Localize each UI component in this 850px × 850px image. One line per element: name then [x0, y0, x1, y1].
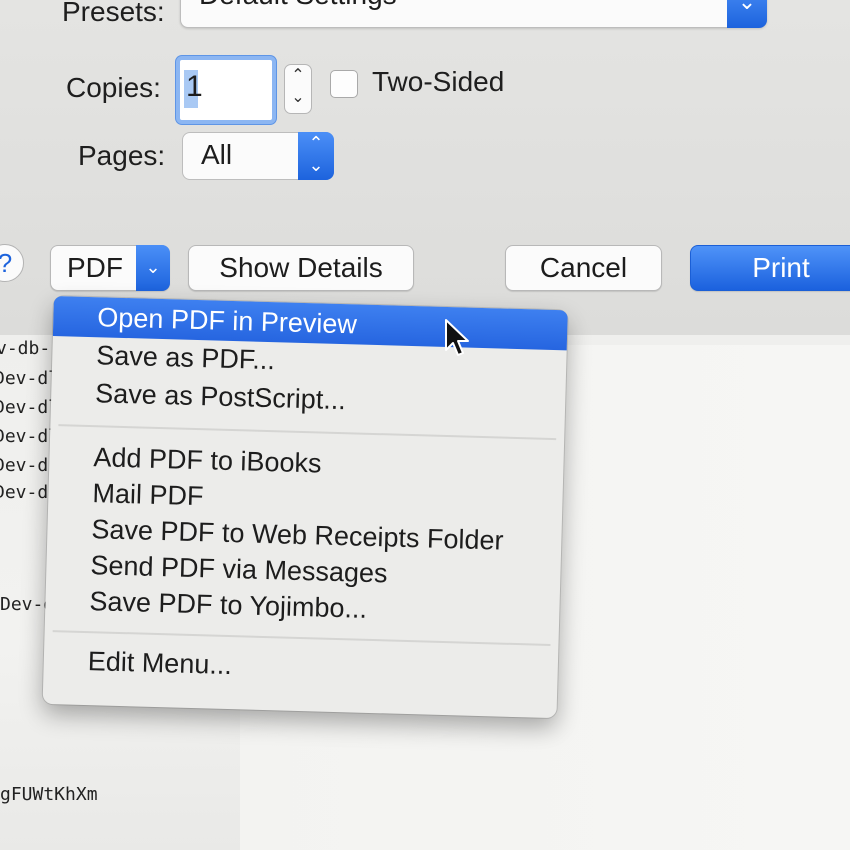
menu-item-label: Save as PostScript...: [94, 378, 347, 416]
presets-label: Presets:: [62, 0, 165, 27]
presets-popup[interactable]: Default Settings ⌄: [180, 0, 767, 28]
copies-field[interactable]: 1: [176, 56, 276, 124]
copies-label: Copies:: [66, 72, 161, 103]
copies-value: 1: [186, 70, 203, 103]
show-details-button[interactable]: Show Details: [188, 245, 414, 291]
up-down-stepper-icon: ⌃ ⌄: [298, 132, 334, 180]
pdf-dropdown-menu: Open PDF in Preview Save as PDF... Save …: [42, 296, 568, 719]
help-label: ?: [0, 248, 12, 278]
pages-popup[interactable]: All ⌃ ⌄: [182, 132, 334, 180]
doc-text-line: gFUWtKhXm: [0, 784, 98, 805]
pdf-menu-button[interactable]: PDF ⌄: [50, 245, 170, 291]
chevron-down-icon: ⌄: [727, 0, 767, 28]
copies-stepper[interactable]: ⌃ ⌄: [284, 64, 312, 114]
pdf-button-label: PDF: [67, 252, 123, 283]
presets-value: Default Settings: [199, 0, 397, 11]
arrow-cursor-icon: [445, 319, 469, 356]
chevron-up-icon[interactable]: ⌃: [285, 65, 311, 87]
menu-item-edit-menu[interactable]: Edit Menu...: [43, 640, 558, 694]
menu-item-label: Save PDF to Yojimbo...: [89, 586, 368, 624]
pages-label: Pages:: [78, 140, 166, 171]
doc-text-line: v-db-: [0, 338, 51, 359]
chevron-down-icon: ⌄: [136, 245, 170, 291]
two-sided-checkbox[interactable]: [330, 70, 358, 98]
print-button[interactable]: Print: [690, 245, 850, 291]
cancel-button[interactable]: Cancel: [505, 245, 662, 291]
chevron-down-icon[interactable]: ⌄: [285, 87, 311, 109]
menu-item-label: Edit Menu...: [87, 646, 233, 681]
two-sided-label: Two-Sided: [372, 66, 505, 97]
doc-text-line: Dev-dl: [0, 368, 60, 389]
pages-value: All: [201, 139, 233, 170]
